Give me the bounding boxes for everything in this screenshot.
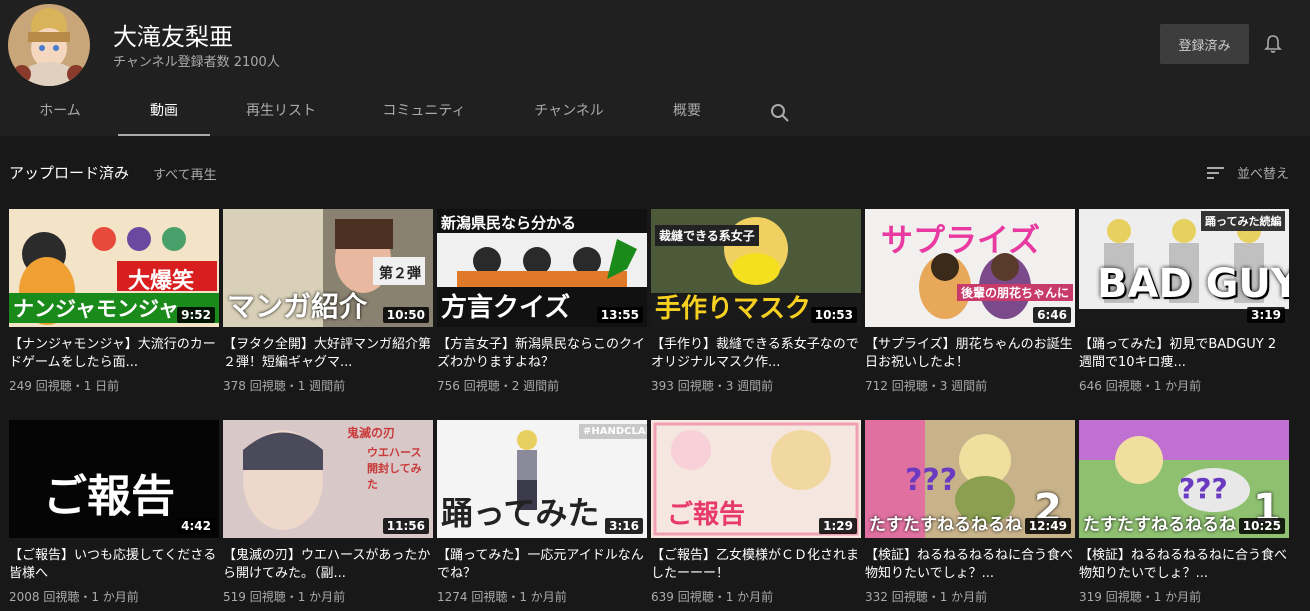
video-card[interactable]: 裁縫できる系女子 手作りマスク 10:53 【手作り】裁縫できる系女子なのでオリ… — [651, 209, 861, 394]
video-title[interactable]: 【ヲタク全開】大好評マンガ紹介第２弾！短編ギャグマ... — [223, 336, 433, 372]
tab-home[interactable]: ホーム — [28, 88, 92, 136]
video-duration: 9:52 — [177, 307, 215, 323]
tab-channels[interactable]: チャンネル — [522, 88, 616, 136]
video-meta: 319 回視聴・1 か月前 — [1079, 590, 1202, 604]
bell-icon[interactable] — [1262, 33, 1284, 55]
video-title[interactable]: 【検証】ねるねるねるねに合う食べ物知りたいでしょ？... — [1079, 547, 1289, 583]
video-duration: 10:53 — [810, 307, 857, 323]
video-thumbnail[interactable]: ご報告 1:29 — [651, 420, 861, 538]
video-thumbnail[interactable]: ご報告 4:42 — [9, 420, 219, 538]
video-duration: 12:49 — [1024, 518, 1071, 534]
video-meta: 646 回視聴・1 か月前 — [1079, 379, 1202, 393]
video-card[interactable]: ご報告 1:29 【ご報告】乙女模様がＣＤ化されましたーーー！ 639 回視聴・… — [651, 420, 861, 605]
thumbnail-caption: ウエハース 開封してみた — [367, 446, 422, 491]
video-thumbnail[interactable]: ??? 1 たすたすねるねるね 10:25 — [1079, 420, 1289, 538]
video-duration: 6:46 — [1033, 307, 1071, 323]
video-title[interactable]: 【方言女子】新潟県民ならこのクイズわかりますよね？ — [437, 336, 647, 372]
video-duration: 13:55 — [596, 307, 643, 323]
thumbnail-caption: 後輩の朋花ちゃんに — [957, 284, 1074, 301]
thumbnail-caption: 鬼滅の刃 — [347, 426, 396, 440]
thumbnail-caption: 新潟県民なら分かる — [441, 214, 577, 232]
video-card[interactable]: 大爆笑 ナンジャモンジャ 9:52 【ナンジャモンジャ】大流行のカードゲームをし… — [9, 209, 219, 394]
video-meta: 378 回視聴・1 週間前 — [223, 379, 346, 393]
thumbnail-caption: 踊ってみた続編 — [1201, 211, 1286, 231]
search-icon[interactable] — [768, 101, 792, 125]
channel-tabs: ホーム 動画 再生リスト コミュニティ チャンネル 概要 — [0, 88, 1310, 136]
video-title[interactable]: 【手作り】裁縫できる系女子なのでオリジナルマスク作... — [651, 336, 861, 372]
video-card[interactable]: #HANDCLAP 踊ってみた 3:16 【踊ってみた】一応元アイドルなんでね？… — [437, 420, 647, 605]
video-duration: 11:56 — [382, 518, 429, 534]
video-thumbnail[interactable]: 第２弾 マンガ紹介 10:50 — [223, 209, 433, 327]
video-card[interactable]: ご報告 4:42 【ご報告】いつも応援してくださる皆様へ 2008 回視聴・1 … — [9, 420, 219, 605]
video-duration: 10:25 — [1238, 518, 1285, 534]
thumbnail-caption: 第２弾 — [379, 266, 421, 282]
video-duration: 1:29 — [819, 518, 857, 534]
video-title[interactable]: 【踊ってみた】一応元アイドルなんでね？ — [437, 547, 647, 583]
video-card[interactable]: ??? 1 たすたすねるねるね 10:25 【検証】ねるねるねるねに合う食べ物知… — [1079, 420, 1289, 605]
play-all-link[interactable]: すべて再生 — [153, 164, 217, 183]
video-meta: 393 回視聴・3 週間前 — [651, 379, 774, 393]
thumbnail-caption: BAD GUY — [1097, 261, 1289, 307]
video-title[interactable]: 【鬼滅の刃】ウエハースがあったから開けてみた。（副... — [223, 547, 433, 583]
video-title[interactable]: 【検証】ねるねるねるねに合う食べ物知りたいでしょ？... — [865, 547, 1075, 583]
video-thumbnail[interactable]: 大爆笑 ナンジャモンジャ 9:52 — [9, 209, 219, 327]
sort-button[interactable]: 並べ替え — [1237, 163, 1289, 182]
tab-community[interactable]: コミュニティ — [370, 88, 478, 136]
thumbnail-caption: 裁縫できる系女子 — [655, 225, 759, 246]
tab-videos[interactable]: 動画 — [118, 88, 210, 136]
video-meta: 1274 回視聴・1 か月前 — [437, 590, 567, 604]
channel-name: 大滝友梨亜 — [113, 23, 233, 51]
video-meta: 639 回視聴・1 か月前 — [651, 590, 774, 604]
video-card[interactable]: サプライズ 後輩の朋花ちゃんに 6:46 【サプライズ】朋花ちゃんのお誕生日お祝… — [865, 209, 1075, 394]
tab-playlists[interactable]: 再生リスト — [236, 88, 326, 136]
tab-about[interactable]: 概要 — [660, 88, 714, 136]
video-meta: 712 回視聴・3 週間前 — [865, 379, 988, 393]
video-duration: 3:19 — [1247, 307, 1285, 323]
video-meta: 2008 回視聴・1 か月前 — [9, 590, 139, 604]
thumbnail-caption: ご報告 — [43, 471, 175, 522]
channel-header: 大滝友梨亜 チャンネル登録者数 2100人 登録済み ホーム 動画 再生リスト … — [0, 0, 1310, 136]
video-thumbnail[interactable]: サプライズ 後輩の朋花ちゃんに 6:46 — [865, 209, 1075, 327]
video-thumbnail[interactable]: 鬼滅の刃 ウエハース 開封してみた 11:56 — [223, 420, 433, 538]
sort-icon[interactable] — [1206, 164, 1226, 182]
video-title[interactable]: 【踊ってみた】初見でBADGUY 2週間で10キロ痩... — [1079, 336, 1289, 372]
video-title[interactable]: 【ナンジャモンジャ】大流行のカードゲームをしたら面... — [9, 336, 219, 372]
video-card[interactable]: 新潟県民なら分かる 方言クイズ 13:55 【方言女子】新潟県民ならこのクイズわ… — [437, 209, 647, 394]
svg-text:???: ??? — [1179, 472, 1228, 505]
video-card[interactable]: 踊ってみた続編 BAD GUY 3:19 【踊ってみた】初見でBADGUY 2週… — [1079, 209, 1289, 394]
video-meta: 519 回視聴・1 か月前 — [223, 590, 346, 604]
thumbnail-caption: 大爆笑 — [128, 269, 195, 294]
video-thumbnail[interactable]: 裁縫できる系女子 手作りマスク 10:53 — [651, 209, 861, 327]
video-duration: 10:50 — [382, 307, 429, 323]
video-meta: 756 回視聴・2 週間前 — [437, 379, 560, 393]
video-duration: 3:16 — [605, 518, 643, 534]
video-card[interactable]: 鬼滅の刃 ウエハース 開封してみた 11:56 【鬼滅の刃】ウエハースがあったか… — [223, 420, 433, 605]
thumbnail-caption: サプライズ — [881, 221, 1041, 259]
video-title[interactable]: 【サプライズ】朋花ちゃんのお誕生日お祝いしたよ！ — [865, 336, 1075, 372]
video-title[interactable]: 【ご報告】いつも応援してくださる皆様へ — [9, 547, 219, 583]
video-meta: 249 回視聴・1 日前 — [9, 379, 120, 393]
channel-avatar[interactable] — [8, 4, 90, 86]
video-meta: 332 回視聴・1 か月前 — [865, 590, 988, 604]
video-title[interactable]: 【ご報告】乙女模様がＣＤ化されましたーーー！ — [651, 547, 861, 583]
subscriber-count: チャンネル登録者数 2100人 — [113, 55, 280, 70]
video-thumbnail[interactable]: ??? 2 たすたすねるねるね 12:49 — [865, 420, 1075, 538]
video-card[interactable]: ??? 2 たすたすねるねるね 12:49 【検証】ねるねるねるねに合う食べ物知… — [865, 420, 1075, 605]
video-duration: 4:42 — [177, 518, 215, 534]
thumbnail-caption: #HANDCLAP — [579, 424, 647, 439]
section-title: アップロード済み — [9, 164, 130, 182]
svg-text:???: ??? — [905, 463, 957, 498]
video-thumbnail[interactable]: 踊ってみた続編 BAD GUY 3:19 — [1079, 209, 1289, 327]
video-card[interactable]: 第２弾 マンガ紹介 10:50 【ヲタク全開】大好評マンガ紹介第２弾！短編ギャグ… — [223, 209, 433, 394]
video-thumbnail[interactable]: 新潟県民なら分かる 方言クイズ 13:55 — [437, 209, 647, 327]
subscribed-button[interactable]: 登録済み — [1160, 24, 1249, 64]
video-thumbnail[interactable]: #HANDCLAP 踊ってみた 3:16 — [437, 420, 647, 538]
